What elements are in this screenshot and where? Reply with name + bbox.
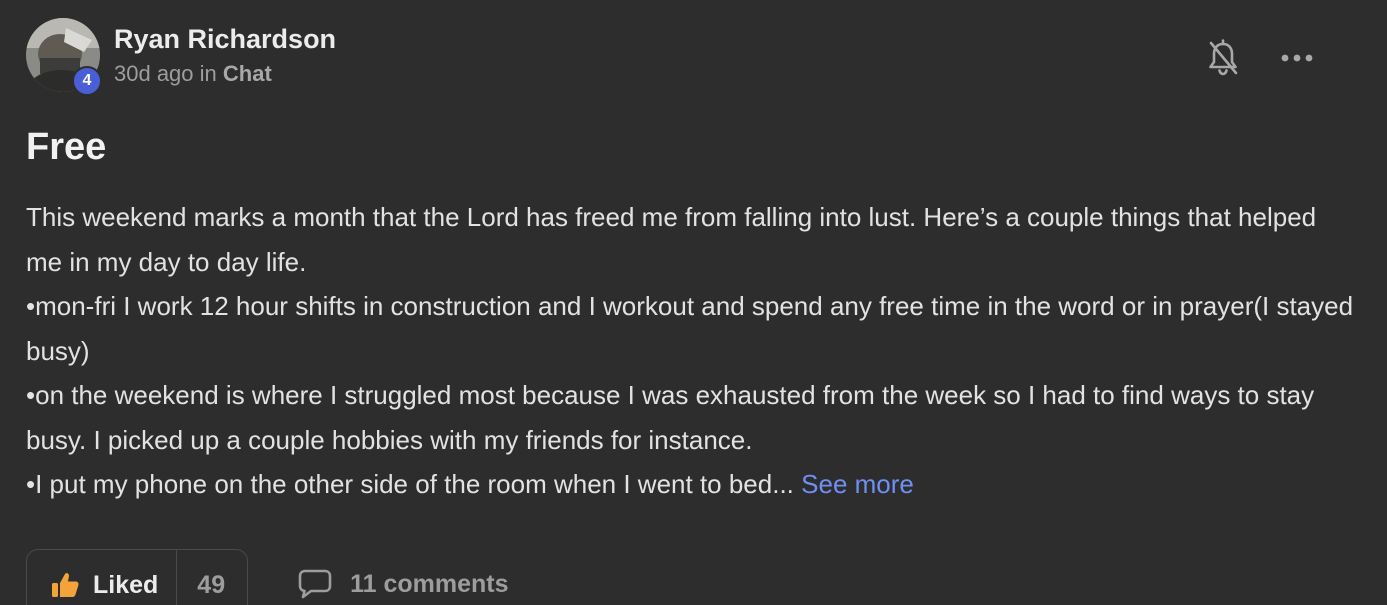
avatar-wrapper[interactable]: 4 <box>26 18 102 96</box>
post-meta: Ryan Richardson 30d ago in Chat <box>114 22 336 88</box>
like-count[interactable]: 49 <box>176 550 247 605</box>
post-body-line: This weekend marks a month that the Lord… <box>26 202 1317 277</box>
like-label: Liked <box>93 570 159 599</box>
more-horizontal-icon <box>1281 54 1313 62</box>
post-footer: Liked 49 11 comments <box>26 549 509 605</box>
comments-button[interactable]: 11 comments <box>298 549 509 605</box>
post-actions <box>1203 38 1317 78</box>
thumbs-up-icon <box>52 573 79 597</box>
post-body-line: •mon-fri I work 12 hour shifts in constr… <box>26 291 1354 366</box>
post-card: 4 Ryan Richardson 30d ago in Chat Free T… <box>0 0 1387 605</box>
post-body-line: •I put my phone on the other side of the… <box>26 462 1356 507</box>
more-options-button[interactable] <box>1277 38 1317 78</box>
comments-count-label: 11 comments <box>350 569 509 598</box>
post-body-line-text: •I put my phone on the other side of the… <box>26 469 794 499</box>
post-body: This weekend marks a month that the Lord… <box>26 195 1356 507</box>
see-more-link[interactable]: See more <box>801 469 914 499</box>
comment-icon <box>298 569 332 599</box>
post-body-line: •on the weekend is where I struggled mos… <box>26 380 1315 455</box>
like-group: Liked 49 <box>26 549 249 605</box>
post-header: 4 Ryan Richardson 30d ago in Chat <box>26 18 336 96</box>
post-title: Free <box>26 126 107 168</box>
bell-off-icon <box>1209 39 1238 76</box>
notifications-toggle-button[interactable] <box>1203 38 1243 78</box>
post-subline: 30d ago in Chat <box>114 60 336 88</box>
level-badge: 4 <box>72 66 102 96</box>
author-name[interactable]: Ryan Richardson <box>114 22 336 56</box>
post-time: 30d ago in <box>114 61 217 86</box>
like-button[interactable]: Liked <box>27 550 176 605</box>
channel-link[interactable]: Chat <box>223 61 272 86</box>
